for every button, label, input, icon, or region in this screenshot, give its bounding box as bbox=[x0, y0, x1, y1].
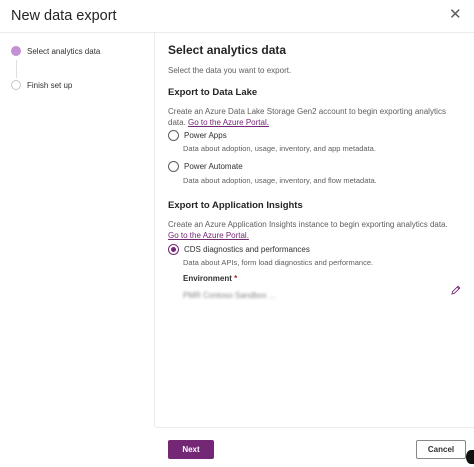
data-lake-description: Create an Azure Data Lake Storage Gen2 a… bbox=[168, 106, 460, 128]
power-automate-radio-option[interactable]: Power Automate bbox=[168, 161, 243, 172]
power-automate-description: Data about adoption, usage, inventory, a… bbox=[183, 176, 377, 185]
radio-label: Power Automate bbox=[184, 162, 243, 171]
environment-value[interactable]: PMR Contoso Sandbox ... bbox=[183, 291, 276, 300]
step-active-dot-icon bbox=[11, 46, 21, 56]
data-lake-portal-link[interactable]: Go to the Azure Portal. bbox=[188, 118, 269, 127]
radio-label: CDS diagnostics and performances bbox=[184, 245, 310, 254]
section-title: Select analytics data bbox=[168, 43, 287, 57]
data-lake-heading: Export to Data Lake bbox=[168, 87, 258, 98]
panel-title: New data export bbox=[11, 8, 117, 24]
power-automate-radio[interactable] bbox=[168, 161, 179, 172]
cds-diagnostics-radio-option[interactable]: CDS diagnostics and performances bbox=[168, 244, 310, 255]
step-connector bbox=[15, 60, 17, 78]
close-icon[interactable]: ✕ bbox=[449, 7, 462, 22]
step-label: Select analytics data bbox=[27, 46, 101, 56]
pencil-icon[interactable] bbox=[451, 285, 461, 295]
section-subtitle: Select the data you want to export. bbox=[168, 66, 292, 75]
cursor-shape bbox=[466, 450, 474, 464]
app-insights-description: Create an Azure Application Insights ins… bbox=[168, 219, 460, 241]
step-finish-set-up[interactable]: Finish set up bbox=[11, 80, 72, 90]
app-insights-portal-link[interactable]: Go to the Azure Portal. bbox=[168, 231, 249, 240]
step-select-analytics-data[interactable]: Select analytics data bbox=[11, 46, 100, 56]
cds-diagnostics-description: Data about APIs, form load diagnostics a… bbox=[183, 258, 374, 267]
step-inactive-dot-icon bbox=[11, 80, 21, 90]
step-label: Finish set up bbox=[27, 80, 73, 90]
environment-label: Environment * bbox=[183, 274, 237, 283]
power-apps-description: Data about adoption, usage, inventory, a… bbox=[183, 144, 376, 153]
next-button[interactable]: Next bbox=[168, 440, 214, 459]
app-insights-heading: Export to Application Insights bbox=[168, 200, 303, 211]
cds-diagnostics-radio[interactable] bbox=[168, 244, 179, 255]
power-apps-radio-option[interactable]: Power Apps bbox=[168, 130, 227, 141]
app-insights-description-text: Create an Azure Application Insights ins… bbox=[168, 220, 448, 229]
required-mark: * bbox=[234, 274, 238, 283]
radio-label: Power Apps bbox=[184, 131, 227, 140]
cancel-button[interactable]: Cancel bbox=[416, 440, 466, 459]
power-apps-radio[interactable] bbox=[168, 130, 179, 141]
stepper: Select analytics data Finish set up bbox=[0, 33, 155, 427]
new-data-export-panel: New data export ✕ Select analytics data … bbox=[0, 0, 474, 467]
panel-footer: Next Cancel bbox=[155, 427, 474, 467]
panel-header: New data export ✕ bbox=[0, 0, 474, 33]
environment-label-text: Environment bbox=[183, 274, 232, 283]
